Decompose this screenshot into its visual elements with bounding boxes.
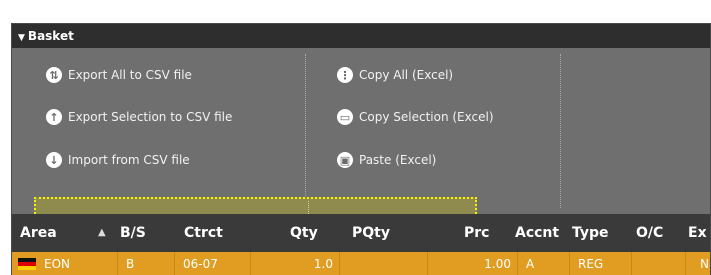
column-header-area[interactable]: Area	[20, 214, 57, 252]
copy-all-excel-button[interactable]: ⋮ Copy All (Excel)	[337, 64, 453, 86]
paste-label: Paste (Excel)	[359, 153, 437, 167]
export-all-label: Export All to CSV file	[68, 68, 192, 82]
germany-flag-icon	[18, 258, 36, 270]
area-value: EON	[44, 257, 71, 271]
copy-all-icon: ⋮	[337, 67, 353, 83]
column-header-type[interactable]: Type	[572, 214, 609, 252]
import-csv-button[interactable]: ↓ Import from CSV file	[46, 149, 190, 171]
column-header-prc[interactable]: Prc	[464, 214, 489, 252]
column-header-accnt[interactable]: Accnt	[515, 214, 559, 252]
cell-bs[interactable]: B	[118, 252, 175, 275]
export-selection-csv-button[interactable]: ↑ Export Selection to CSV file	[46, 106, 232, 128]
menu-divider	[305, 54, 306, 208]
column-header-pqty[interactable]: PQty	[352, 214, 390, 252]
cell-type[interactable]: REG	[570, 252, 632, 275]
cell-prc[interactable]: 1.00	[428, 252, 518, 275]
column-header-oc[interactable]: O/C	[636, 214, 663, 252]
import-csv-label: Import from CSV file	[68, 153, 190, 167]
cell-ex[interactable]: N	[686, 252, 711, 275]
cell-oc[interactable]	[632, 252, 686, 275]
column-header-ex[interactable]: Ex	[688, 214, 707, 252]
column-header-bs[interactable]: B/S	[120, 214, 146, 252]
export-all-csv-button[interactable]: ⇅ Export All to CSV file	[46, 64, 192, 86]
cell-area[interactable]: EON	[12, 252, 118, 275]
sort-ascending-icon[interactable]: ▲	[98, 214, 106, 252]
copy-selection-label: Copy Selection (Excel)	[359, 110, 494, 124]
grid-header: Area ▲ B/S Ctrct Qty PQty Prc Accnt Type…	[12, 214, 710, 252]
column-header-qty[interactable]: Qty	[290, 214, 318, 252]
paste-icon: ▣	[337, 152, 353, 168]
cell-ctrct[interactable]: 06-07	[175, 252, 251, 275]
basket-menu: ⇅ Export All to CSV file ↑ Export Select…	[12, 48, 710, 226]
cell-qty[interactable]: 1.0	[251, 252, 340, 275]
menu-divider	[560, 54, 561, 208]
paste-excel-button[interactable]: ▣ Paste (Excel)	[337, 149, 436, 171]
double-arrow-icon: ⇅	[46, 67, 62, 83]
collapse-caret-icon[interactable]: ▼	[18, 33, 25, 43]
copy-all-label: Copy All (Excel)	[359, 68, 454, 82]
basket-title: Basket	[27, 29, 74, 43]
cell-accnt[interactable]: A	[518, 252, 570, 275]
cell-pqty[interactable]	[340, 252, 428, 275]
down-arrow-icon: ↓	[46, 152, 62, 168]
export-selection-label: Export Selection to CSV file	[68, 110, 233, 124]
basket-header[interactable]: ▼ Basket	[12, 24, 710, 48]
copy-icon: ▭	[337, 109, 353, 125]
column-header-ctrct[interactable]: Ctrct	[184, 214, 223, 252]
basket-panel: ▼ Basket ⇅ Export All to CSV file ↑ Expor…	[11, 23, 711, 275]
copy-selection-excel-button[interactable]: ▭ Copy Selection (Excel)	[337, 106, 494, 128]
up-arrow-icon: ↑	[46, 109, 62, 125]
table-row[interactable]: EON B 06-07 1.0 1.00 A REG N	[12, 252, 710, 275]
